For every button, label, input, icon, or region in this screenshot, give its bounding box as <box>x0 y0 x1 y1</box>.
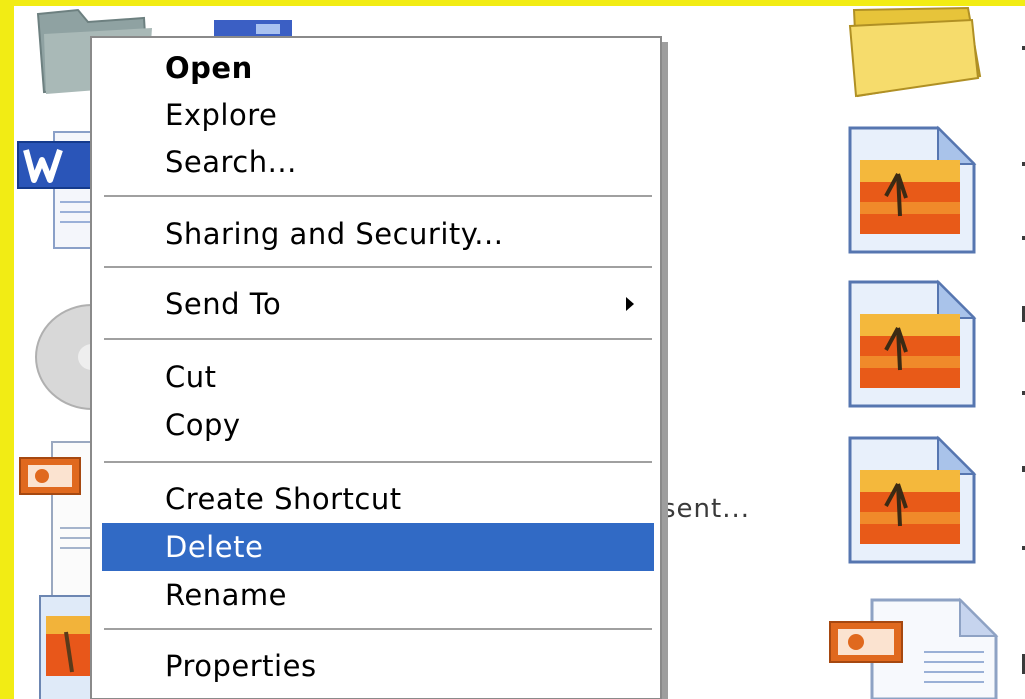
picture-document-icon[interactable] <box>36 592 98 699</box>
menu-item-label: Send To <box>165 287 282 321</box>
menu-item-label: Open <box>165 51 253 85</box>
menu-item-copy[interactable]: Copy <box>102 401 654 449</box>
image-file-icon[interactable] <box>846 278 978 410</box>
menu-item-label: Rename <box>165 578 287 612</box>
menu-separator <box>104 338 652 341</box>
menu-item-properties[interactable]: Properties <box>102 642 654 690</box>
menu-item-label: Delete <box>165 530 264 564</box>
menu-item-open[interactable]: Open <box>102 44 654 92</box>
cd-disc-icon[interactable] <box>34 302 94 412</box>
menu-separator <box>104 461 652 464</box>
menu-item-rename[interactable]: Rename <box>102 571 654 619</box>
menu-item-label: Sharing and Security... <box>165 217 504 251</box>
frame-border-left <box>0 0 14 699</box>
powerpoint-file-icon[interactable] <box>828 596 1000 699</box>
folder-icon[interactable] <box>840 6 984 102</box>
menu-item-explore[interactable]: Explore <box>102 91 654 139</box>
image-file-icon[interactable] <box>846 124 978 256</box>
menu-item-delete[interactable]: Delete <box>102 523 654 571</box>
menu-separator <box>104 628 652 631</box>
menu-item-label: Create Shortcut <box>165 482 402 516</box>
image-file-icon[interactable] <box>846 434 978 566</box>
menu-item-sharing-and-security[interactable]: Sharing and Security... <box>102 210 654 258</box>
menu-item-cut[interactable]: Cut <box>102 353 654 401</box>
menu-item-label: Explore <box>165 98 278 132</box>
menu-item-search[interactable]: Search... <box>102 138 654 186</box>
screen: sent... Open Explore Search... Sharing a… <box>0 0 1025 699</box>
menu-item-label: Cut <box>165 360 217 394</box>
menu-item-label: Search... <box>165 145 297 179</box>
menu-separator <box>104 195 652 198</box>
file-label-fragment: sent... <box>662 494 751 524</box>
menu-item-label: Copy <box>165 408 241 442</box>
menu-item-label: Properties <box>165 649 317 683</box>
menu-item-create-shortcut[interactable]: Create Shortcut <box>102 475 654 523</box>
word-document-icon[interactable] <box>16 128 96 254</box>
context-menu[interactable]: Open Explore Search... Sharing and Secur… <box>90 36 662 699</box>
menu-separator <box>104 266 652 269</box>
menu-item-send-to[interactable]: Send To <box>102 280 654 328</box>
powerpoint-document-icon[interactable] <box>18 438 98 600</box>
submenu-arrow-icon <box>626 297 634 311</box>
